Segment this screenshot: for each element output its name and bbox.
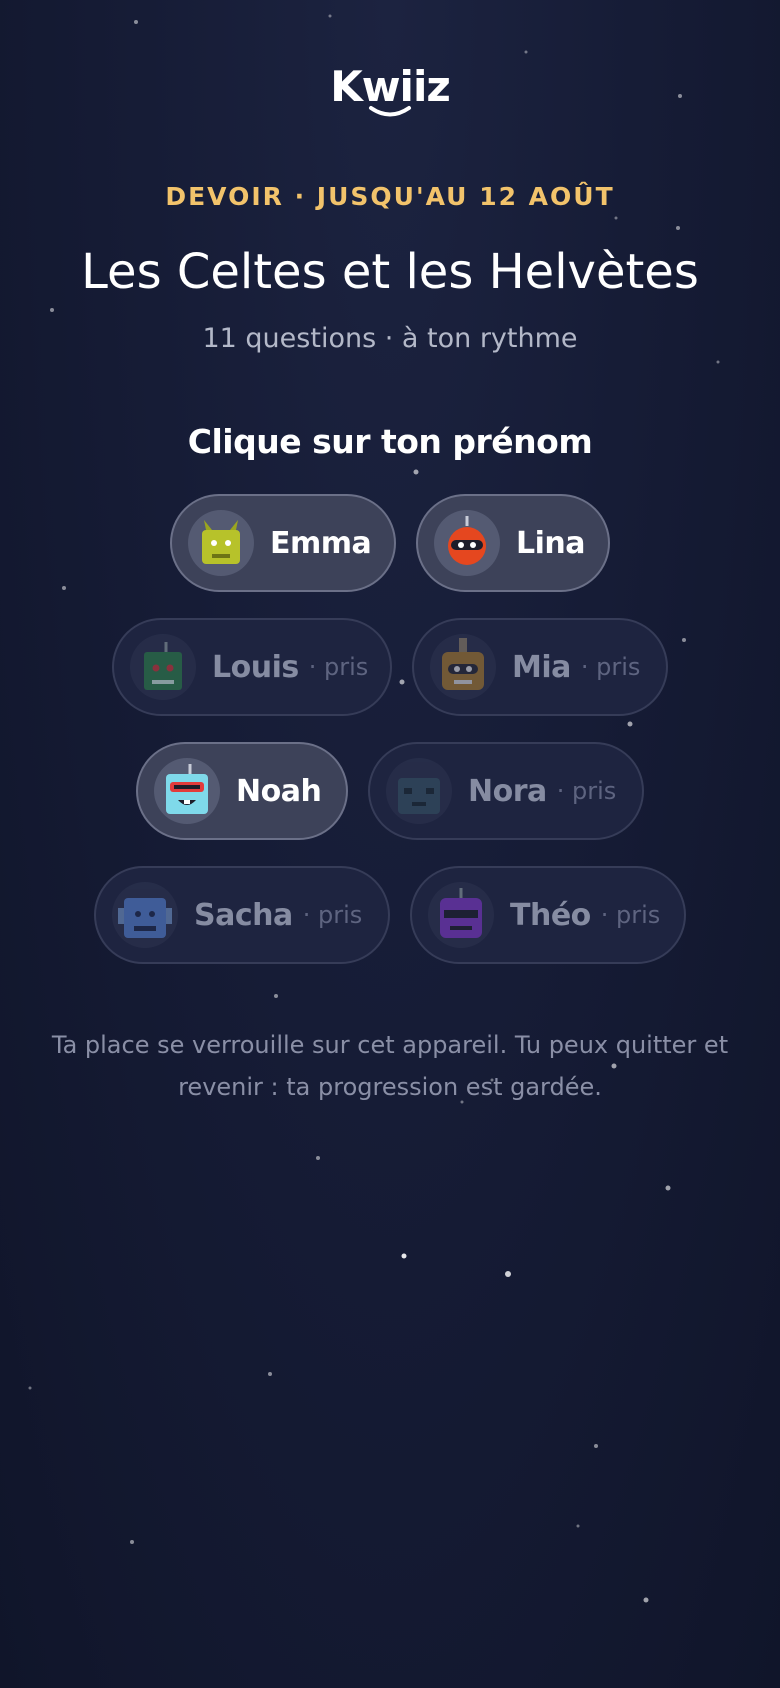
red-masked-robot-icon [434, 510, 500, 576]
taken-label: · pris [600, 901, 661, 929]
deadline-label: DEVOIR · JUSQU'AU 12 AOÛT [165, 182, 615, 211]
student-name: Noah [236, 773, 322, 809]
taken-label: · pris [308, 653, 369, 681]
quiz-title: Les Celtes et les Helvètes [81, 244, 699, 300]
blue-robot-icon [112, 882, 178, 948]
cyan-visor-robot-icon [154, 758, 220, 824]
student-button-lina[interactable]: Lina [416, 494, 610, 592]
green-robot-icon [130, 634, 196, 700]
student-name: Théo [510, 897, 591, 933]
kwiiz-logo: Kwiiz [0, 62, 780, 119]
logo-text: Kwiiz [330, 62, 451, 111]
name-picker-prompt: Clique sur ton prénom [187, 422, 593, 461]
student-name: Emma [270, 525, 372, 561]
student-button-nora[interactable]: Nora · pris [368, 742, 644, 840]
student-name: Nora [468, 773, 547, 809]
student-button-noah[interactable]: Noah [136, 742, 348, 840]
taken-label: · pris [302, 901, 363, 929]
student-button-theo[interactable]: Théo · pris [410, 866, 686, 964]
student-name: Louis [212, 649, 299, 685]
quiz-subtitle: 11 questions · à ton rythme [202, 323, 578, 354]
student-button-mia[interactable]: Mia · pris [412, 618, 668, 716]
student-button-emma[interactable]: Emma [170, 494, 396, 592]
seat-lock-footnote: Ta place se verrouille sur cet appareil.… [51, 1031, 729, 1101]
student-name: Mia [512, 649, 571, 685]
yellow-horned-robot-icon [188, 510, 254, 576]
student-button-sacha[interactable]: Sacha · pris [94, 866, 390, 964]
taken-label: · pris [580, 653, 641, 681]
purple-robot-icon [428, 882, 494, 948]
student-name: Sacha [194, 897, 293, 933]
taken-label: · pris [556, 777, 617, 805]
student-name: Lina [516, 525, 586, 561]
student-button-louis[interactable]: Louis · pris [112, 618, 392, 716]
brown-robot-icon [430, 634, 496, 700]
teal-robot-icon [386, 758, 452, 824]
